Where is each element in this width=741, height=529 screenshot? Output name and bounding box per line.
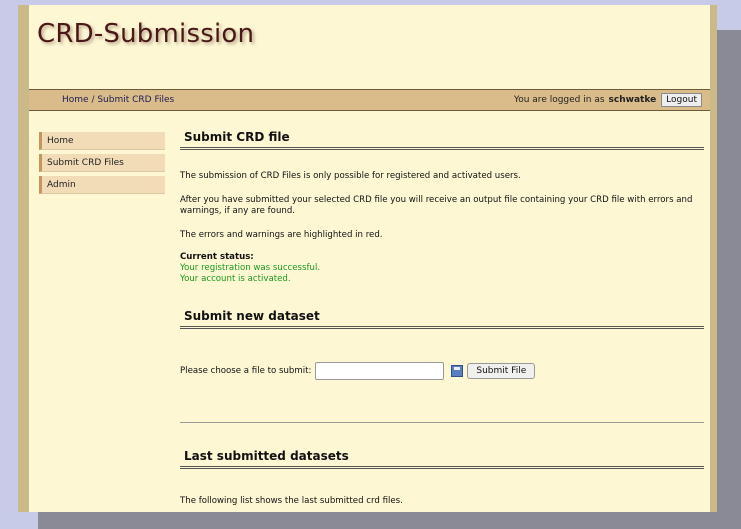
section-title-submit-new-dataset: Submit new dataset	[180, 309, 704, 329]
file-path-input[interactable]	[315, 362, 445, 380]
sidebar-item-submit-crd-files[interactable]: Submit CRD Files	[39, 154, 165, 172]
user-box: You are logged in as schwatke Logout	[514, 93, 702, 107]
status-activation: Your account is activated.	[180, 274, 291, 284]
after-submit-text: After you have submitted your selected C…	[180, 195, 693, 216]
divider	[180, 422, 704, 423]
logout-button[interactable]: Logout	[661, 93, 702, 107]
status-registration: Your registration was successful.	[180, 263, 321, 273]
sidebar-item-home[interactable]: Home	[39, 132, 165, 150]
main-content: Submit CRD file The submission of CRD Fi…	[180, 130, 704, 507]
logged-in-text: You are logged in as	[513, 95, 605, 105]
username: schwatke	[608, 95, 657, 105]
top-navbar: Home / Submit CRD Files You are logged i…	[29, 89, 710, 111]
status-label: Current status:	[180, 252, 254, 262]
file-submit-row: Please choose a file to submit: Submit F…	[180, 362, 704, 380]
page-container: CRD-Submission Home / Submit CRD Files Y…	[18, 5, 717, 512]
choose-file-label: Please choose a file to submit:	[180, 366, 312, 376]
breadcrumb[interactable]: Home / Submit CRD Files	[62, 95, 174, 105]
section-title-submit-crd-file: Submit CRD file	[180, 130, 704, 150]
sidebar: Home Submit CRD Files Admin	[39, 132, 165, 198]
submit-file-button[interactable]: Submit File	[467, 363, 536, 379]
highlight-note: The errors and warnings are highlighted …	[180, 230, 383, 240]
app-logo: CRD-Submission	[37, 19, 255, 49]
intro-text: The submission of CRD Files is only poss…	[180, 171, 521, 181]
section-title-last-submitted-datasets: Last submitted datasets	[180, 449, 704, 469]
list-intro-text: The following list shows the last submit…	[180, 496, 403, 506]
sidebar-item-admin[interactable]: Admin	[39, 176, 165, 194]
save-icon[interactable]	[451, 365, 464, 377]
